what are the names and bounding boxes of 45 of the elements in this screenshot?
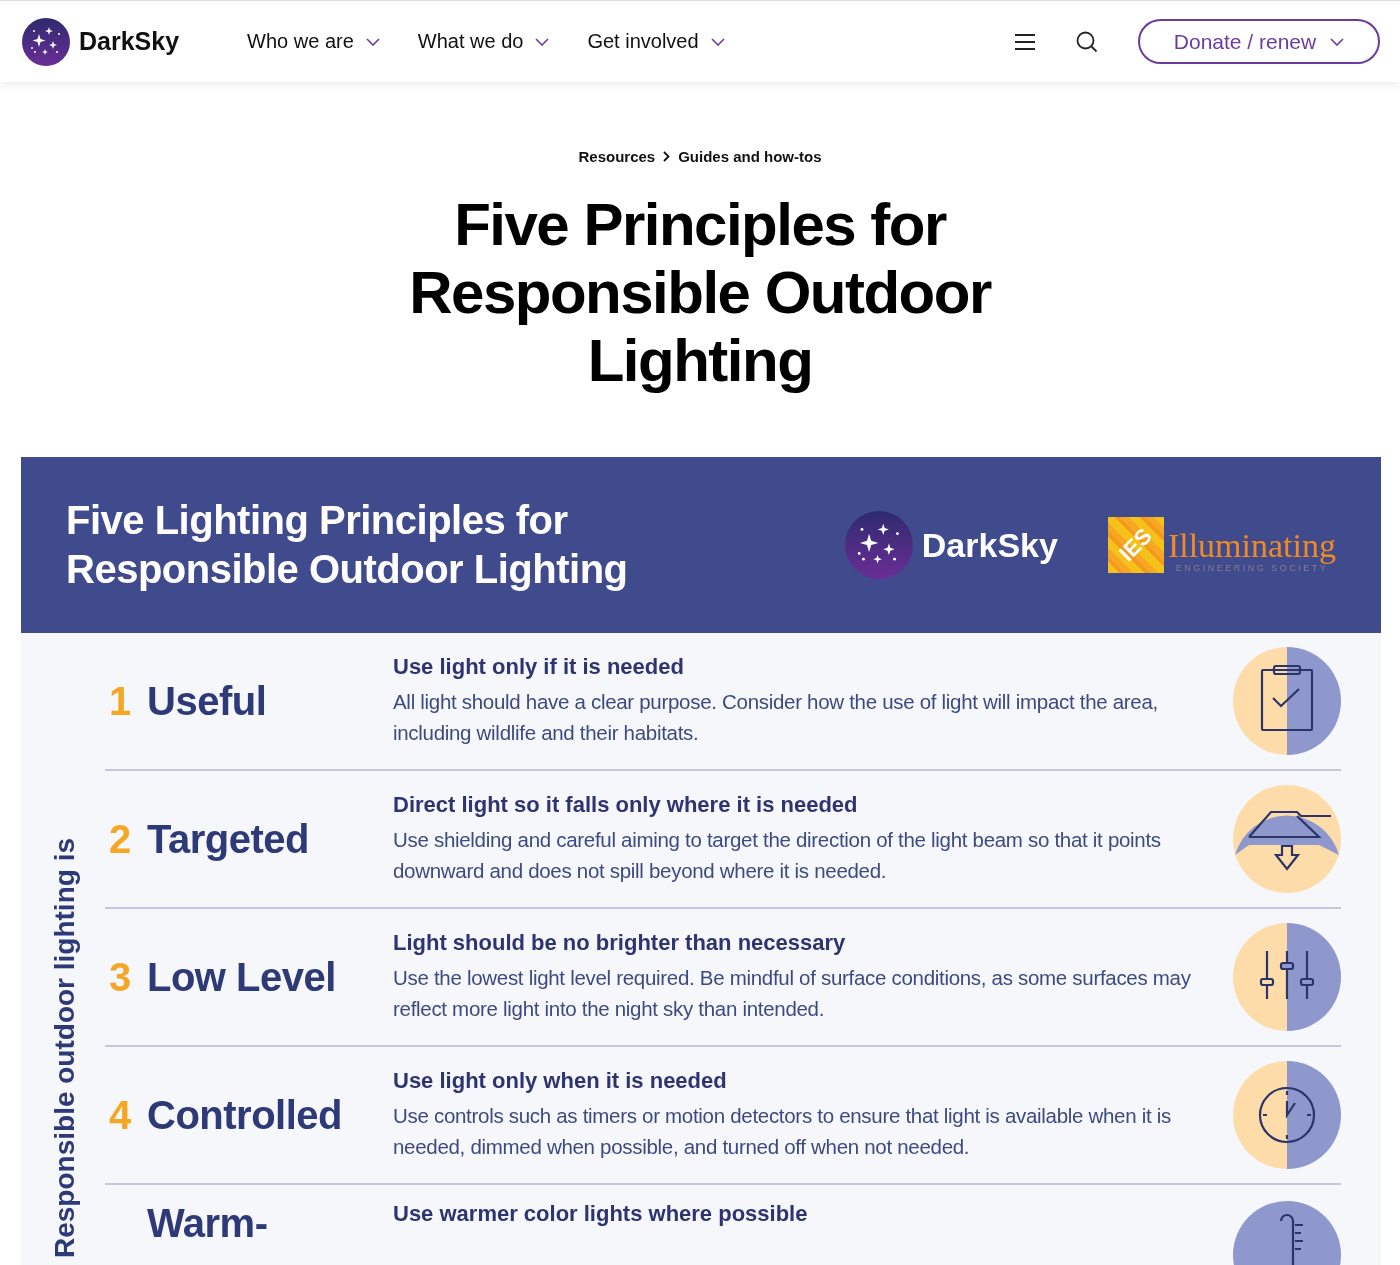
principle-number: 2 <box>109 817 132 861</box>
clipboard-check-icon <box>1233 647 1341 755</box>
principle-heading: Light should be no brighter than necessary <box>393 930 847 956</box>
logo-icon <box>22 17 70 66</box>
principle-name: Targeted <box>147 817 310 861</box>
chevron-down-icon <box>365 37 380 46</box>
principle-heading: Direct light so it falls only where it is needed <box>393 792 859 818</box>
principle-number: 3 <box>109 955 132 999</box>
nav-link[interactable]: What we do <box>417 30 550 53</box>
principle-heading: Use warmer color lights where possible <box>393 1201 809 1227</box>
chevron-down-icon <box>710 37 725 46</box>
principle-name: Useful <box>147 679 268 723</box>
principle-description: Use controls such as timers or motion detectors to ensure that light is available when it is needed, dimmed when possible, and turned off when not needed. <box>393 1103 1172 1160</box>
ies-name: Illuminating <box>1167 529 1336 563</box>
breadcrumb-link[interactable]: Resources <box>578 148 656 165</box>
sliders-icon <box>1233 923 1341 1031</box>
principle-heading: Use light only when it is needed <box>393 1068 728 1094</box>
principle-name: Controlled <box>147 1093 343 1137</box>
donate-button[interactable]: Donate / renew <box>1138 19 1380 64</box>
chevron-right-icon <box>663 151 671 162</box>
search-button[interactable] <box>1076 30 1098 53</box>
principle-number: 1 <box>109 679 132 723</box>
chevron-down-icon <box>1330 37 1345 46</box>
principle-description: Use the lowest light level required. Be mindful of surface conditions, as some surfaces may reflect more light into the night sky than intended. <box>393 965 1192 1022</box>
side-label: Responsible outdoor lighting is <box>49 838 81 1258</box>
principle-description: All light should have a clear purpose. Consider how the use of light will impact the area, including wildlife and their habitats. <box>393 689 1159 746</box>
principle-heading: Use light only if it is needed <box>393 654 685 680</box>
infographic-title: Five Lighting Principles for Responsible Outdoor Lighting <box>66 497 628 593</box>
principle-number: 4 <box>109 1093 132 1137</box>
logo-icon <box>844 511 913 579</box>
principle-name: Warm- <box>147 1201 269 1245</box>
page-title: Five Principles for Responsible Outdoor Lighting <box>408 191 993 395</box>
breadcrumb-link[interactable]: Guides and how-tos <box>678 148 822 165</box>
light-fixture-icon <box>1233 785 1341 893</box>
nav-link[interactable]: Who we are <box>247 30 380 53</box>
ies-logo-mark: IES <box>1107 517 1164 573</box>
clock-icon <box>1233 1061 1341 1169</box>
logo-text: DarkSky <box>79 27 180 56</box>
principle-name: Low Level <box>147 955 337 999</box>
ies-subtitle: ENGINEERING SOCIETY <box>1175 563 1329 573</box>
nav-link[interactable]: Get involved <box>587 30 725 53</box>
logo-text: DarkSky <box>921 525 1058 565</box>
chevron-down-icon <box>535 37 550 46</box>
menu-button[interactable] <box>1014 33 1036 50</box>
principle-description: Use shielding and careful aiming to target the direction of the light beam so that it points downward and does not spill beyond where it is needed. <box>393 827 1162 884</box>
